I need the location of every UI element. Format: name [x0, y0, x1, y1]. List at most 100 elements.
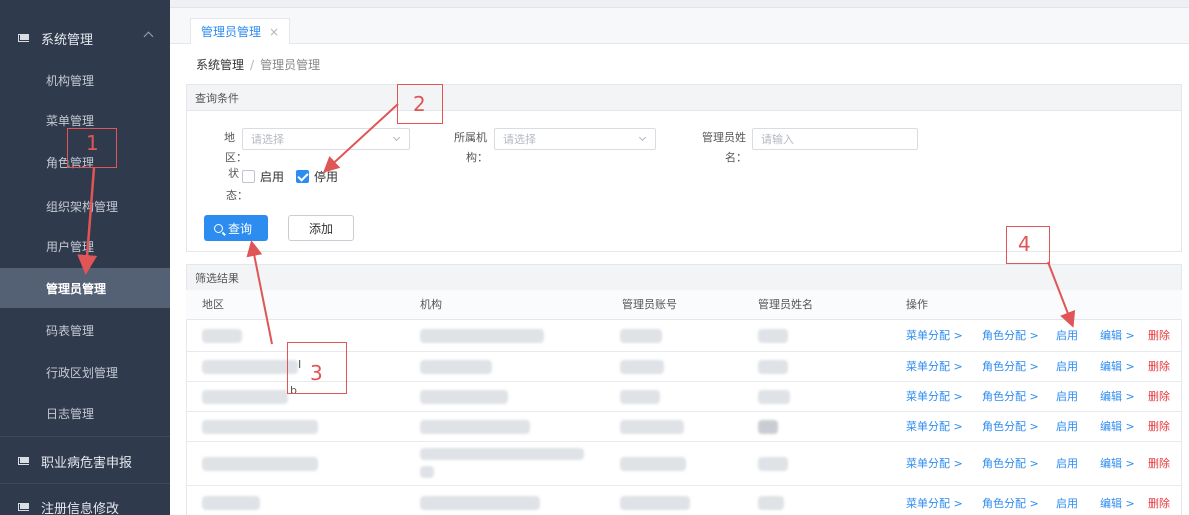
- sidebar-item-code-table[interactable]: 码表管理: [0, 310, 170, 350]
- mail-icon: [18, 503, 29, 511]
- role-assign-link[interactable]: 角色分配 >: [982, 360, 1039, 374]
- menu-assign-link[interactable]: 菜单分配 >: [906, 390, 963, 404]
- blurred-cell: [758, 420, 778, 434]
- blurred-cell: [420, 329, 544, 343]
- sidebar-item-log[interactable]: 日志管理: [0, 393, 170, 433]
- col-header-org: 机构: [420, 298, 442, 311]
- blurred-cell: [758, 496, 784, 510]
- status-label-suffix: 态：: [226, 189, 248, 202]
- blurred-cell: [202, 496, 260, 510]
- sidebar-item-label: 机构管理: [46, 73, 95, 88]
- status-enabled-label: 启用: [260, 170, 285, 184]
- blurred-cell: [202, 390, 288, 404]
- delete-link[interactable]: 删除: [1148, 360, 1170, 374]
- enable-link[interactable]: 启用: [1056, 420, 1078, 434]
- sidebar-item-admin[interactable]: 管理员管理: [0, 268, 170, 308]
- status-disabled-label: 停用: [314, 170, 339, 184]
- breadcrumb-current: 管理员管理: [260, 58, 321, 72]
- menu-assign-link[interactable]: 菜单分配 >: [906, 329, 963, 343]
- blurred-cell: [620, 360, 664, 374]
- edit-link[interactable]: 编辑 >: [1100, 420, 1135, 434]
- status-disabled-checkbox[interactable]: [296, 170, 309, 183]
- blurred-cell: [758, 457, 788, 471]
- org-label: 所属机: [454, 131, 487, 144]
- delete-link[interactable]: 删除: [1148, 390, 1170, 404]
- close-icon[interactable]: ×: [269, 25, 279, 39]
- top-bar: [170, 0, 1189, 8]
- tab-admin-management[interactable]: 管理员管理 ×: [190, 18, 291, 44]
- menu-assign-link[interactable]: 菜单分配 >: [906, 497, 963, 511]
- org-label-suffix: 构：: [466, 151, 488, 164]
- mail-icon: [18, 457, 29, 465]
- blurred-cell: [420, 448, 584, 460]
- region-select[interactable]: 请选择: [242, 128, 410, 150]
- enable-link[interactable]: 启用: [1056, 457, 1078, 471]
- sidebar-item-label: 组织架构管理: [46, 199, 119, 214]
- admin-name-input[interactable]: 请输入: [752, 128, 918, 150]
- admin-name-label: 管理员姓: [702, 131, 746, 144]
- table-row: 菜单分配 > 角色分配 > 启用 编辑 > 删除: [186, 412, 1182, 442]
- delete-link[interactable]: 删除: [1148, 457, 1170, 471]
- sidebar-group-occupational[interactable]: 职业病危害申报: [0, 441, 170, 481]
- add-button[interactable]: 添加: [288, 215, 354, 241]
- enable-link[interactable]: 启用: [1056, 360, 1078, 374]
- blurred-cell: [202, 457, 318, 471]
- role-assign-link[interactable]: 角色分配 >: [982, 497, 1039, 511]
- edit-link[interactable]: 编辑 >: [1100, 497, 1135, 511]
- role-assign-link[interactable]: 角色分配 >: [982, 457, 1039, 471]
- blurred-cell: [620, 420, 684, 434]
- admin-name-placeholder: 请输入: [761, 133, 794, 146]
- menu-assign-link[interactable]: 菜单分配 >: [906, 420, 963, 434]
- annotation-number-3: 3: [310, 361, 323, 385]
- delete-link[interactable]: 删除: [1148, 497, 1170, 511]
- enable-link[interactable]: 启用: [1056, 329, 1078, 343]
- chevron-down-icon: [392, 133, 401, 142]
- blurred-cell: [202, 420, 318, 434]
- sidebar: 系统管理 机构管理 菜单管理 角色管理 组织架构管理 用户管理 管理员管理 码表…: [0, 0, 170, 515]
- edit-link[interactable]: 编辑 >: [1100, 360, 1135, 374]
- delete-link[interactable]: 删除: [1148, 329, 1170, 343]
- search-button-label: 查询: [228, 221, 253, 236]
- col-header-account: 管理员账号: [622, 298, 677, 311]
- add-button-label: 添加: [308, 221, 333, 236]
- sidebar-item-user[interactable]: 用户管理: [0, 226, 170, 266]
- status-enabled-checkbox[interactable]: [242, 170, 255, 183]
- role-assign-link[interactable]: 角色分配 >: [982, 420, 1039, 434]
- blurred-cell: [620, 457, 686, 471]
- status-label: 状: [228, 167, 239, 180]
- role-assign-link[interactable]: 角色分配 >: [982, 390, 1039, 404]
- menu-assign-link[interactable]: 菜单分配 >: [906, 457, 963, 471]
- sidebar-item-org[interactable]: 机构管理: [0, 60, 170, 100]
- sidebar-divider: [0, 436, 170, 437]
- menu-assign-link[interactable]: 菜单分配 >: [906, 360, 963, 374]
- edit-link[interactable]: 编辑 >: [1100, 390, 1135, 404]
- blurred-cell: [202, 360, 298, 374]
- breadcrumb-root[interactable]: 系统管理: [196, 58, 244, 72]
- tab-label: 管理员管理: [201, 25, 262, 39]
- blurred-cell: [758, 360, 788, 374]
- blurred-cell: [758, 390, 790, 404]
- edit-link[interactable]: 编辑 >: [1100, 329, 1135, 343]
- sidebar-group-system[interactable]: 系统管理: [0, 18, 170, 58]
- enable-link[interactable]: 启用: [1056, 497, 1078, 511]
- sidebar-item-label: 管理员管理: [46, 281, 107, 296]
- chevron-down-icon: [638, 133, 647, 142]
- role-assign-link[interactable]: 角色分配 >: [982, 329, 1039, 343]
- blurred-cell: [758, 329, 788, 343]
- search-button[interactable]: 查询: [204, 215, 268, 241]
- col-header-region: 地区: [202, 298, 224, 311]
- org-select[interactable]: 请选择: [494, 128, 656, 150]
- edit-link[interactable]: 编辑 >: [1100, 457, 1135, 471]
- blurred-cell: [420, 390, 508, 404]
- query-panel-title: 查询条件: [187, 85, 1181, 111]
- sidebar-group-register[interactable]: 注册信息修改: [0, 487, 170, 515]
- blurred-cell: [620, 390, 660, 404]
- region-placeholder: 请选择: [251, 133, 284, 146]
- sidebar-item-org-structure[interactable]: 组织架构管理: [0, 186, 170, 226]
- sidebar-item-admin-division[interactable]: 行政区划管理: [0, 352, 170, 392]
- enable-link[interactable]: 启用: [1056, 390, 1078, 404]
- blurred-cell: [420, 466, 434, 478]
- sidebar-item-label: 菜单管理: [46, 113, 95, 128]
- search-icon: [214, 223, 223, 233]
- delete-link[interactable]: 删除: [1148, 420, 1170, 434]
